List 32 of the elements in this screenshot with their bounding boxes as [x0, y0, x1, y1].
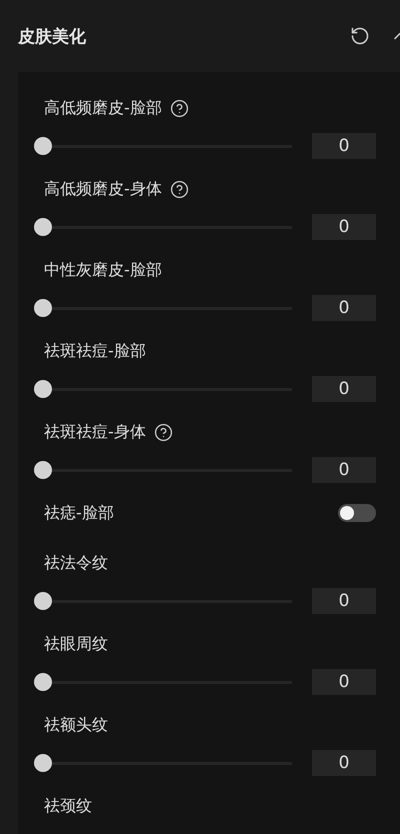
setting-label: 祛额头纹 — [44, 714, 108, 736]
setting-label: 祛痣-脸部 — [44, 502, 114, 524]
toggle-switch[interactable] — [338, 504, 376, 522]
setting-label: 高低频磨皮-脸部 — [44, 97, 162, 119]
slider-thumb[interactable] — [34, 380, 52, 398]
slider-thumb[interactable] — [34, 754, 52, 772]
section-title: 皮肤美化 — [18, 26, 87, 48]
value-field[interactable]: 0 — [312, 133, 376, 159]
slider-thumb[interactable] — [34, 218, 52, 236]
setting-label: 中性灰磨皮-脸部 — [44, 259, 162, 281]
slider-thumb[interactable] — [34, 673, 52, 691]
setting-label: 高低频磨皮-身体 — [44, 178, 162, 200]
slider-thumb[interactable] — [34, 137, 52, 155]
slider-thumb[interactable] — [34, 461, 52, 479]
setting-label: 祛法令纹 — [44, 552, 108, 574]
setting-label: 祛斑祛痘-身体 — [44, 421, 146, 443]
value-field[interactable]: 0 — [312, 750, 376, 776]
help-icon[interactable] — [170, 98, 189, 118]
help-icon[interactable] — [154, 422, 173, 442]
reset-icon[interactable] — [350, 26, 370, 46]
setting-label: 祛斑祛痘-脸部 — [44, 340, 146, 362]
value-field[interactable]: 0 — [312, 457, 376, 483]
help-icon[interactable] — [170, 180, 189, 198]
setting-label: 祛眼周纹 — [44, 633, 108, 655]
value-field[interactable]: 0 — [312, 295, 376, 321]
value-field[interactable]: 0 — [312, 214, 376, 240]
slider-thumb[interactable] — [34, 299, 52, 317]
setting-label: 祛颈纹 — [44, 795, 92, 817]
value-field[interactable]: 0 — [312, 669, 376, 695]
value-field[interactable]: 0 — [312, 376, 376, 402]
value-field[interactable]: 0 — [312, 588, 376, 614]
slider-thumb[interactable] — [34, 592, 52, 610]
